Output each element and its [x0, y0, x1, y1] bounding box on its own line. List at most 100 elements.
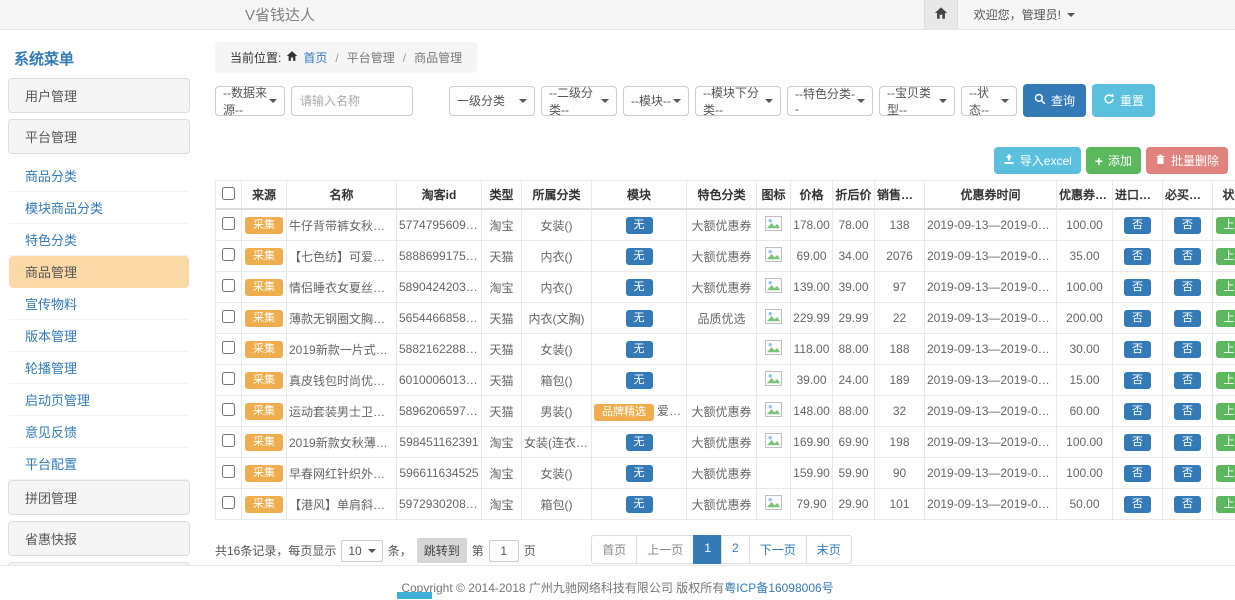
reset-button[interactable]: 重置 [1092, 84, 1155, 117]
product-thumbnail[interactable] [765, 344, 782, 358]
pager-button[interactable]: 2 [721, 535, 750, 564]
must-buy-badge[interactable]: 否 [1174, 310, 1201, 327]
discount-price-cell: 24.00 [833, 365, 875, 396]
sidebar-item[interactable]: 模块商品分类 [9, 192, 189, 224]
chevron-down-icon [765, 99, 773, 103]
user-menu[interactable]: 欢迎您，管理员! [974, 6, 1075, 23]
import-select-badge[interactable]: 否 [1124, 496, 1151, 513]
filter-select[interactable]: --状态-- [961, 86, 1017, 116]
sidebar-item[interactable]: 平台管理 [8, 119, 190, 154]
filter-select[interactable]: --模块下分类-- [695, 86, 781, 116]
table-body: 采集牛仔背带裤女秋装减龄...577479560965淘宝女装()无大额优惠券1… [216, 209, 1235, 520]
type-cell: 天猫 [482, 365, 522, 396]
sidebar-item[interactable]: 商品分类 [9, 160, 189, 192]
search-icon [1034, 93, 1046, 108]
sidebar-item[interactable]: 意见反馈 [9, 416, 189, 448]
row-checkbox[interactable] [222, 310, 235, 323]
must-buy-badge[interactable]: 否 [1174, 372, 1201, 389]
pager-button[interactable]: 首页 [591, 535, 637, 564]
import-select-badge[interactable]: 否 [1124, 248, 1151, 265]
filter-select[interactable]: --宝贝类型-- [879, 86, 955, 116]
search-button[interactable]: 查询 [1023, 84, 1086, 117]
import-select-badge[interactable]: 否 [1124, 217, 1151, 234]
must-buy-badge[interactable]: 否 [1174, 496, 1201, 513]
product-thumbnail[interactable] [765, 313, 782, 327]
sidebar-item[interactable]: 拼团管理 [8, 480, 190, 515]
row-checkbox[interactable] [222, 496, 235, 509]
filter-select[interactable]: --模块-- [623, 86, 689, 116]
import-excel-button[interactable]: 导入excel [994, 147, 1081, 174]
jump-page-input[interactable] [489, 540, 519, 562]
icp-link[interactable]: 粤ICP备16098006号 [724, 581, 833, 595]
must-buy-badge[interactable]: 否 [1174, 403, 1201, 420]
sidebar-item[interactable]: 特色分类 [9, 224, 189, 256]
sidebar-item[interactable]: 轮播管理 [9, 352, 189, 384]
per-page-select[interactable]: 10 [341, 540, 382, 562]
add-button[interactable]: + 添加 [1086, 147, 1141, 174]
sidebar-item[interactable]: 平台配置 [9, 448, 189, 480]
pager-button[interactable]: 1 [693, 535, 722, 564]
pager-button[interactable]: 末页 [806, 535, 852, 564]
sidebar-item[interactable]: 省惠快报 [8, 521, 190, 556]
status-badge[interactable]: 上架 [1216, 279, 1235, 296]
pager-button[interactable]: 下一页 [749, 535, 807, 564]
batch-delete-button[interactable]: 批量删除 [1146, 147, 1228, 174]
status-badge[interactable]: 上架 [1216, 465, 1235, 482]
row-checkbox[interactable] [222, 403, 235, 416]
import-select-badge[interactable]: 否 [1124, 465, 1151, 482]
sidebar-item[interactable]: 启动页管理 [9, 384, 189, 416]
import-select-badge[interactable]: 否 [1124, 434, 1151, 451]
status-badge[interactable]: 上架 [1216, 217, 1235, 234]
status-badge[interactable]: 上架 [1216, 310, 1235, 327]
status-badge[interactable]: 上架 [1216, 372, 1235, 389]
row-checkbox[interactable] [222, 465, 235, 478]
import-select-badge[interactable]: 否 [1124, 310, 1151, 327]
product-thumbnail[interactable] [765, 220, 782, 234]
breadcrumb-home-link[interactable]: 首页 [303, 49, 327, 66]
product-thumbnail[interactable] [765, 406, 782, 420]
sidebar-item[interactable]: 版本管理 [9, 320, 189, 352]
jump-button[interactable]: 跳转到 [417, 538, 467, 563]
import-select-badge[interactable]: 否 [1124, 341, 1151, 358]
must-buy-badge[interactable]: 否 [1174, 341, 1201, 358]
row-checkbox[interactable] [222, 372, 235, 385]
sales-cell: 188 [875, 334, 925, 365]
status-badge[interactable]: 上架 [1216, 248, 1235, 265]
home-button[interactable] [924, 0, 958, 30]
status-badge[interactable]: 上架 [1216, 403, 1235, 420]
must-buy-badge[interactable]: 否 [1174, 465, 1201, 482]
import-select-badge[interactable]: 否 [1124, 279, 1151, 296]
must-buy-badge[interactable]: 否 [1174, 279, 1201, 296]
must-buy-badge[interactable]: 否 [1174, 248, 1201, 265]
filter-select[interactable]: --数据来源-- [215, 86, 285, 116]
row-checkbox[interactable] [222, 341, 235, 354]
name-search-input[interactable] [291, 86, 413, 116]
status-badge[interactable]: 上架 [1216, 434, 1235, 451]
pager-button[interactable]: 上一页 [636, 535, 694, 564]
status-badge[interactable]: 上架 [1216, 341, 1235, 358]
sidebar-item[interactable]: 用户管理 [8, 78, 190, 113]
filter-select[interactable]: --特色分类-- [787, 86, 873, 116]
import-select-badge[interactable]: 否 [1124, 403, 1151, 420]
row-checkbox[interactable] [222, 217, 235, 230]
product-thumbnail[interactable] [765, 437, 782, 451]
row-checkbox[interactable] [222, 248, 235, 261]
product-thumbnail[interactable] [765, 251, 782, 265]
import-select-badge[interactable]: 否 [1124, 372, 1151, 389]
row-checkbox[interactable] [222, 434, 235, 447]
filter-select[interactable]: 一级分类 [449, 86, 535, 116]
pager: 首页上一页12下一页末页 [591, 535, 851, 564]
row-select-cell [216, 489, 242, 520]
must-buy-badge[interactable]: 否 [1174, 434, 1201, 451]
product-thumbnail[interactable] [765, 375, 782, 389]
column-header: 必买清单 [1163, 181, 1213, 210]
product-thumbnail[interactable] [765, 499, 782, 513]
select-all-checkbox[interactable] [222, 187, 235, 200]
row-checkbox[interactable] [222, 279, 235, 292]
filter-select[interactable]: --二级分类-- [541, 86, 617, 116]
sidebar-item[interactable]: 宣传物料 [9, 288, 189, 320]
must-buy-badge[interactable]: 否 [1174, 217, 1201, 234]
product-thumbnail[interactable] [765, 282, 782, 296]
status-badge[interactable]: 上架 [1216, 496, 1235, 513]
sidebar-item[interactable]: 商品管理 [9, 256, 189, 288]
